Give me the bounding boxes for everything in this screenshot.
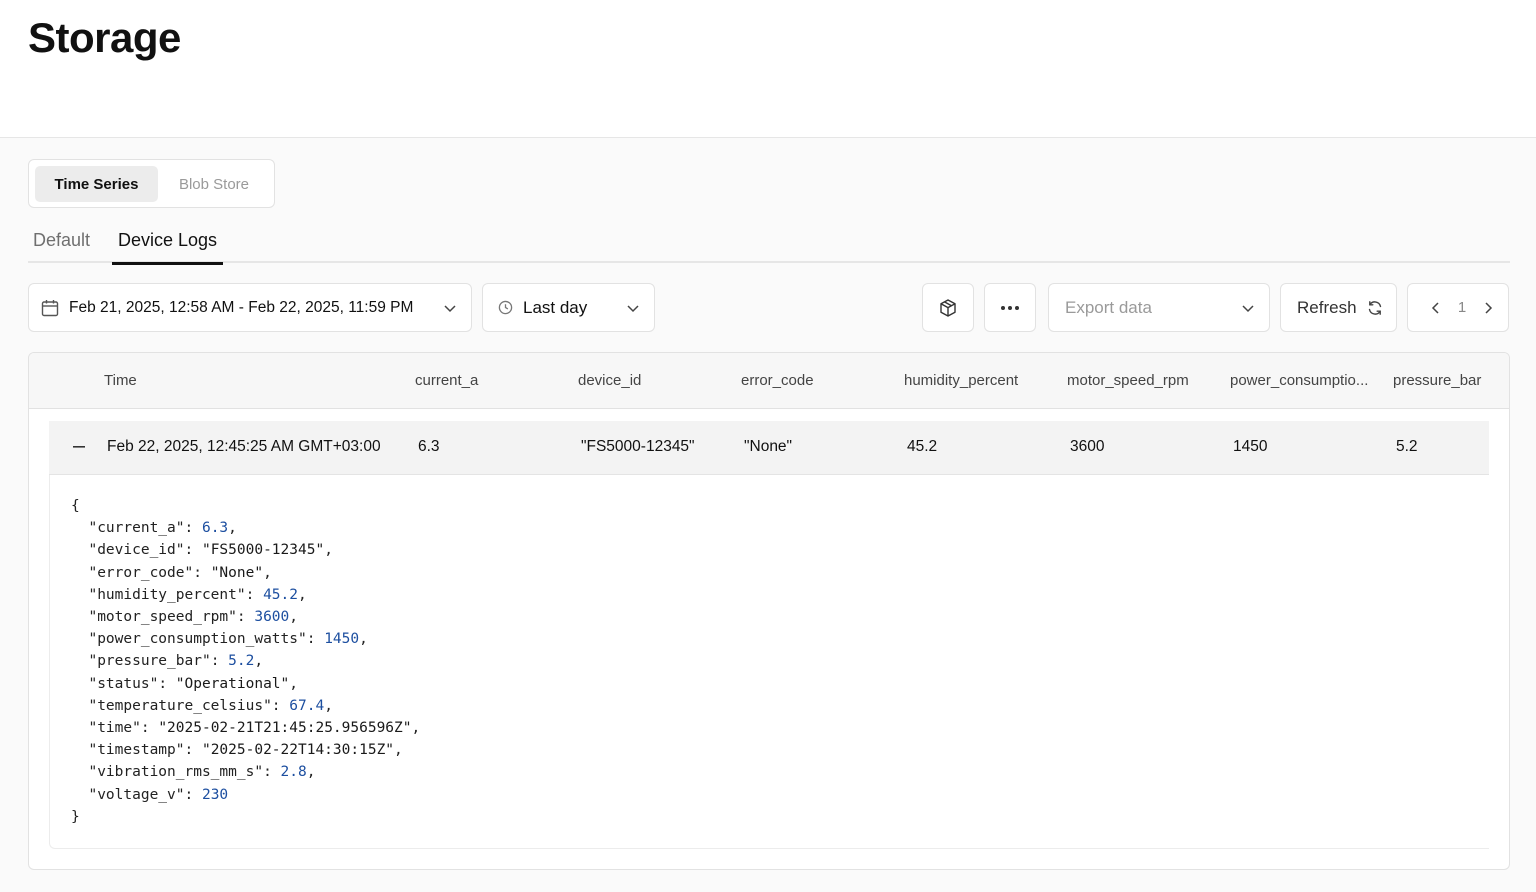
json-key: "vibration_rms_mm_s" bbox=[88, 764, 264, 781]
json-key: "error_code" bbox=[88, 564, 194, 581]
blob-store-button[interactable]: Blob Store bbox=[161, 166, 267, 202]
more-horizontal-icon bbox=[1001, 305, 1019, 310]
json-value: "2025-02-21T21:45:25.956596Z" bbox=[158, 720, 412, 737]
json-key: "status" bbox=[88, 675, 159, 692]
cell-humidity-percent: 45.2 bbox=[907, 438, 938, 455]
json-value: 5.2 bbox=[228, 653, 255, 670]
json-key: "current_a" bbox=[88, 520, 185, 537]
json-key: "voltage_v" bbox=[88, 786, 185, 803]
collection-tabs: Default Device Logs bbox=[28, 226, 1510, 265]
cell-device-id: "FS5000-12345" bbox=[581, 438, 695, 455]
json-key: "humidity_percent" bbox=[88, 586, 246, 603]
json-line: "humidity_percent": 45.2, bbox=[88, 586, 307, 603]
row-json-detail: { "current_a": 6.3, "device_id": "FS5000… bbox=[49, 475, 1489, 849]
json-value: 3600 bbox=[254, 609, 290, 626]
refresh-label: Refresh bbox=[1297, 297, 1357, 317]
more-options-button[interactable] bbox=[984, 283, 1036, 332]
column-header-error-code[interactable]: error_code bbox=[741, 372, 814, 389]
json-viewer: { "current_a": 6.3, "device_id": "FS5000… bbox=[71, 495, 420, 828]
json-value: 67.4 bbox=[289, 697, 325, 714]
column-header-time[interactable]: Time bbox=[104, 372, 137, 389]
cell-power-consumption: 1450 bbox=[1233, 438, 1268, 455]
schema-button[interactable] bbox=[922, 283, 974, 332]
json-line: "error_code": "None", bbox=[88, 564, 272, 581]
column-header-motor-speed-rpm[interactable]: motor_speed_rpm bbox=[1067, 372, 1189, 389]
minus-icon bbox=[73, 446, 85, 448]
chevron-down-icon bbox=[1242, 305, 1254, 313]
date-range-label: Feb 21, 2025, 12:58 AM - Feb 22, 2025, 1… bbox=[69, 298, 414, 316]
json-value: 1450 bbox=[324, 631, 360, 648]
json-key: "power_consumption_watts" bbox=[88, 631, 307, 648]
cell-error-code: "None" bbox=[744, 438, 793, 455]
refresh-icon bbox=[1368, 300, 1381, 315]
chevron-down-icon bbox=[627, 305, 639, 313]
json-line: "pressure_bar": 5.2, bbox=[88, 653, 264, 670]
json-line: "motor_speed_rpm": 3600, bbox=[88, 609, 298, 626]
json-value: "FS5000-12345" bbox=[201, 542, 325, 559]
page-title: Storage bbox=[28, 14, 181, 61]
export-data-placeholder: Export data bbox=[1065, 297, 1152, 317]
column-header-pressure-bar[interactable]: pressure_bar bbox=[1393, 372, 1481, 389]
json-line: "device_id": "FS5000-12345", bbox=[88, 542, 333, 559]
cube-icon bbox=[940, 298, 956, 317]
json-value: 6.3 bbox=[201, 520, 229, 537]
quick-range-label: Last day bbox=[523, 297, 588, 317]
column-header-device-id[interactable]: device_id bbox=[578, 372, 641, 389]
chevron-left-icon bbox=[1431, 301, 1439, 314]
next-page-button[interactable] bbox=[1473, 293, 1503, 323]
device-logs-table: Time current_a device_id error_code humi… bbox=[28, 352, 1510, 870]
json-key: "motor_speed_rpm" bbox=[88, 609, 237, 626]
quick-range-select[interactable]: Last day bbox=[482, 283, 655, 332]
collapse-row-button[interactable] bbox=[69, 437, 89, 457]
time-series-button[interactable]: Time Series bbox=[35, 166, 158, 202]
json-close-brace: } bbox=[71, 808, 80, 825]
json-value: 2.8 bbox=[280, 764, 307, 781]
export-data-select[interactable]: Export data bbox=[1048, 283, 1270, 332]
json-line: "status": "Operational", bbox=[88, 675, 299, 692]
chevron-down-icon bbox=[444, 305, 456, 313]
date-range-picker[interactable]: Feb 21, 2025, 12:58 AM - Feb 22, 2025, 1… bbox=[28, 283, 472, 332]
json-line: "temperature_celsius": 67.4, bbox=[88, 697, 333, 714]
page-header: Storage bbox=[0, 0, 1536, 138]
json-line: "current_a": 6.3, bbox=[88, 520, 237, 537]
chevron-right-icon bbox=[1485, 301, 1493, 314]
page-number: 1 bbox=[1457, 299, 1467, 316]
cell-pressure-bar: 5.2 bbox=[1396, 438, 1418, 455]
tab-device-logs[interactable]: Device Logs bbox=[112, 230, 223, 265]
json-key: "temperature_celsius" bbox=[88, 697, 272, 714]
json-line: "timestamp": "2025-02-22T14:30:15Z", bbox=[88, 742, 403, 759]
json-line: "vibration_rms_mm_s": 2.8, bbox=[88, 764, 316, 781]
json-value: "Operational" bbox=[175, 675, 290, 692]
json-line: "power_consumption_watts": 1450, bbox=[88, 631, 368, 648]
table-header: Time current_a device_id error_code humi… bbox=[29, 353, 1509, 409]
clock-icon bbox=[498, 300, 513, 315]
refresh-button[interactable]: Refresh bbox=[1280, 283, 1397, 332]
json-key: "timestamp" bbox=[88, 742, 185, 759]
json-value: 230 bbox=[201, 786, 229, 803]
storage-type-switch: Time Series Blob Store bbox=[28, 159, 275, 208]
json-value: "2025-02-22T14:30:15Z" bbox=[201, 742, 395, 759]
json-key: "device_id" bbox=[88, 542, 185, 559]
json-key: "time" bbox=[88, 720, 141, 737]
pagination: 1 bbox=[1407, 283, 1509, 332]
json-value: 45.2 bbox=[263, 586, 298, 603]
cell-current-a: 6.3 bbox=[418, 438, 440, 455]
column-header-humidity-percent[interactable]: humidity_percent bbox=[904, 372, 1018, 389]
cell-time: Feb 22, 2025, 12:45:25 AM GMT+03:00 bbox=[107, 438, 381, 455]
json-line: "time": "2025-02-21T21:45:25.956596Z", bbox=[88, 720, 421, 737]
previous-page-button[interactable] bbox=[1421, 293, 1451, 323]
column-header-current-a[interactable]: current_a bbox=[415, 372, 478, 389]
json-value: "None" bbox=[210, 564, 264, 581]
json-line: "voltage_v": 230 bbox=[88, 786, 229, 803]
calendar-icon bbox=[41, 299, 59, 316]
column-header-power-consumption[interactable]: power_consumptio... bbox=[1230, 372, 1368, 389]
cell-motor-speed-rpm: 3600 bbox=[1070, 438, 1105, 455]
json-key: "pressure_bar" bbox=[88, 653, 211, 670]
table-row[interactable]: Feb 22, 2025, 12:45:25 AM GMT+03:00 6.3 … bbox=[49, 421, 1489, 475]
json-open-brace: { bbox=[71, 498, 80, 514]
tab-default[interactable]: Default bbox=[33, 230, 90, 263]
